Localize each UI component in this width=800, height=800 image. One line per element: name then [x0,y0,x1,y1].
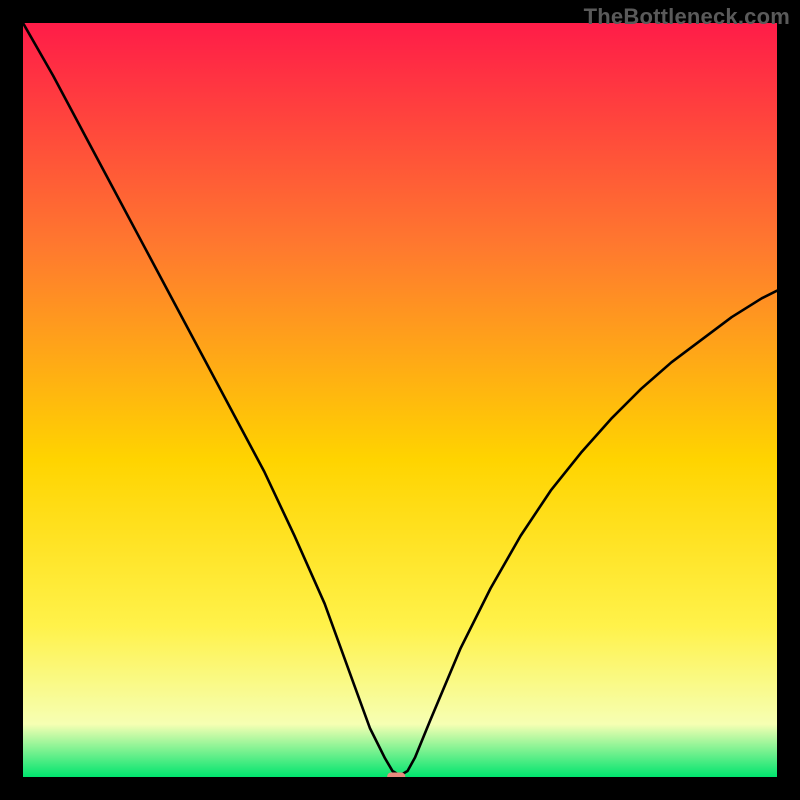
ideal-point-marker [387,772,405,777]
chart-frame: TheBottleneck.com [0,0,800,800]
plot-area [23,23,777,777]
chart-svg [23,23,777,777]
gradient-background [23,23,777,777]
watermark-text: TheBottleneck.com [584,4,790,30]
